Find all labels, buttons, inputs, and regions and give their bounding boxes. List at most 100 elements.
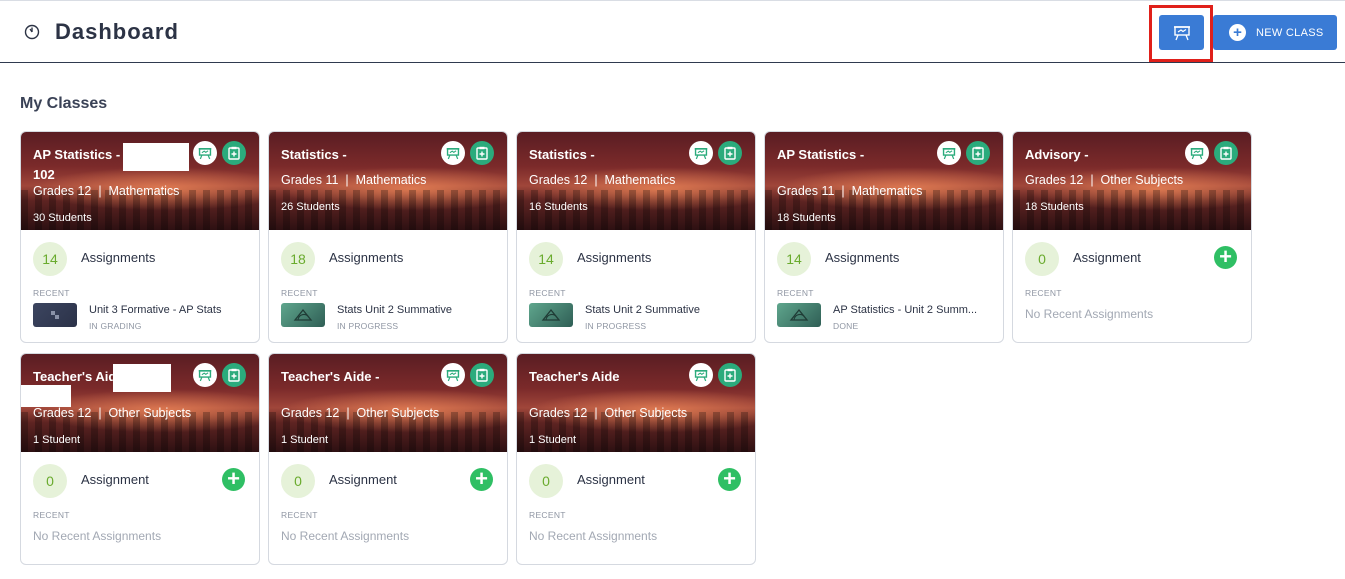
assignment-label[interactable]: Assignment [81, 472, 149, 487]
card-body: 0 Assignment RECENT + No Recent Assignmen… [21, 452, 259, 564]
class-title[interactable]: Advisory - [1025, 145, 1089, 165]
student-count: 16 Students [529, 201, 588, 213]
class-card[interactable]: Teacher's Aide Grades 12 | Other Subject… [516, 353, 756, 565]
whiteboard-button[interactable] [937, 141, 961, 165]
assignment-thumbnail[interactable] [777, 303, 821, 327]
clipboard-button[interactable] [1214, 141, 1238, 165]
redacted-text [21, 385, 71, 407]
assignment-label[interactable]: Assignment [577, 472, 645, 487]
class-title[interactable]: Statistics - [281, 145, 347, 165]
recent-assignment-name[interactable]: Unit 3 Formative - AP Stats [89, 304, 221, 316]
whiteboard-button[interactable] [441, 141, 465, 165]
whiteboard-button[interactable] [1185, 141, 1209, 165]
class-subtitle: Grades 12 | Mathematics [33, 184, 180, 198]
card-body: 0 Assignment RECENT + No Recent Assignmen… [517, 452, 755, 564]
assignment-label[interactable]: Assignment [1073, 250, 1141, 265]
recent-assignment-status: IN PROGRESS [585, 321, 647, 331]
class-card[interactable]: Statistics - Grades 12 | Mathematics 16 … [516, 131, 756, 343]
recent-label: RECENT [281, 288, 318, 298]
whiteboard-icon [446, 369, 460, 381]
assignment-label[interactable]: Assignments [825, 250, 899, 265]
clipboard-button[interactable] [966, 141, 990, 165]
class-card[interactable]: Teacher's Aide - Grades 12 | Other Subje… [20, 353, 260, 565]
add-assignment-button[interactable]: + [222, 468, 245, 491]
whiteboard-icon [1173, 25, 1190, 40]
recent-label: RECENT [1025, 288, 1062, 298]
class-card[interactable]: Teacher's Aide - Grades 12 | Other Subje… [268, 353, 508, 565]
clipboard-plus-icon [476, 368, 488, 382]
class-title[interactable]: Statistics - [529, 145, 595, 165]
add-assignment-button[interactable]: + [718, 468, 741, 491]
class-subtitle: Grades 12 | Mathematics [529, 173, 676, 187]
assignment-thumbnail[interactable] [33, 303, 77, 327]
whiteboard-button[interactable] [689, 141, 713, 165]
student-count: 18 Students [777, 212, 836, 224]
assignment-label[interactable]: Assignments [577, 250, 651, 265]
assignment-count: 14 [529, 242, 563, 276]
class-title[interactable]: Teacher's Aide [529, 367, 620, 387]
clipboard-plus-icon [476, 146, 488, 160]
clipboard-button[interactable] [718, 141, 742, 165]
class-title-line1: Statistics - [281, 147, 347, 162]
assignment-count: 0 [281, 464, 315, 498]
assignment-label[interactable]: Assignments [81, 250, 155, 265]
class-card[interactable]: Statistics - Grades 11 | Mathematics 26 … [268, 131, 508, 343]
card-body: 0 Assignment RECENT + No Recent Assignmen… [269, 452, 507, 564]
recent-label: RECENT [777, 288, 814, 298]
recent-label: RECENT [33, 288, 70, 298]
recent-assignment-status: IN GRADING [89, 321, 142, 331]
clipboard-button[interactable] [222, 141, 246, 165]
class-subtitle: Grades 12 | Other Subjects [1025, 173, 1184, 187]
class-subtitle: Grades 12 | Other Subjects [529, 406, 688, 420]
card-body: 14 Assignments RECENT Stats Unit 2 Summa… [517, 230, 755, 342]
whiteboard-button[interactable] [193, 141, 217, 165]
assignment-count: 0 [33, 464, 67, 498]
clipboard-plus-icon [724, 146, 736, 160]
recent-assignment-name[interactable]: AP Statistics - Unit 2 Summ... [833, 304, 977, 316]
gauge-icon [24, 24, 40, 40]
whiteboard-icon [446, 147, 460, 159]
whiteboard-button[interactable] [1159, 15, 1204, 50]
card-body: 14 Assignments RECENT Unit 3 Formative -… [21, 230, 259, 342]
student-count: 1 Student [33, 434, 81, 446]
assignment-count: 14 [33, 242, 67, 276]
class-card[interactable]: AP Statistics - 102 Grades 12 | Mathemat… [20, 131, 260, 343]
redacted-text [123, 143, 189, 171]
card-body: 14 Assignments RECENT AP Statistics - Un… [765, 230, 1003, 342]
whiteboard-button[interactable] [441, 363, 465, 387]
assignment-label[interactable]: Assignment [329, 472, 397, 487]
class-card[interactable]: Advisory - Grades 12 | Other Subjects 18… [1012, 131, 1252, 343]
page-title: Dashboard [55, 19, 179, 44]
student-count: 1 Student [529, 434, 577, 446]
recent-assignment-status: IN PROGRESS [337, 321, 399, 331]
protractor-icon [777, 308, 821, 331]
assignment-thumbnail[interactable] [529, 303, 573, 327]
class-title[interactable]: AP Statistics - [777, 145, 864, 165]
class-title[interactable]: AP Statistics - 102 [33, 145, 120, 185]
class-card[interactable]: AP Statistics - Grades 11 | Mathematics … [764, 131, 1004, 343]
class-title-line1: AP Statistics - [777, 147, 865, 162]
protractor-icon [529, 308, 573, 331]
whiteboard-button[interactable] [689, 363, 713, 387]
page-header: Dashboard + NEW CLASS [0, 0, 1345, 63]
add-assignment-button[interactable]: + [470, 468, 493, 491]
clipboard-button[interactable] [718, 363, 742, 387]
whiteboard-icon [694, 147, 708, 159]
card-body: 18 Assignments RECENT Stats Unit 2 Summa… [269, 230, 507, 342]
add-assignment-button[interactable]: + [1214, 246, 1237, 269]
recent-assignment-name[interactable]: Stats Unit 2 Summative [337, 304, 452, 316]
assignment-label[interactable]: Assignments [329, 250, 403, 265]
no-recent-text: No Recent Assignments [529, 529, 658, 543]
clipboard-button[interactable] [470, 141, 494, 165]
clipboard-plus-icon [972, 146, 984, 160]
whiteboard-button[interactable] [193, 363, 217, 387]
recent-assignment-name[interactable]: Stats Unit 2 Summative [585, 304, 700, 316]
grid-icon [33, 311, 77, 331]
no-recent-text: No Recent Assignments [281, 529, 410, 543]
clipboard-button[interactable] [222, 363, 246, 387]
clipboard-button[interactable] [470, 363, 494, 387]
class-title[interactable]: Teacher's Aide - [281, 367, 379, 387]
assignment-thumbnail[interactable] [281, 303, 325, 327]
new-class-button[interactable]: + NEW CLASS [1213, 15, 1337, 50]
recent-assignment-status: DONE [833, 321, 859, 331]
